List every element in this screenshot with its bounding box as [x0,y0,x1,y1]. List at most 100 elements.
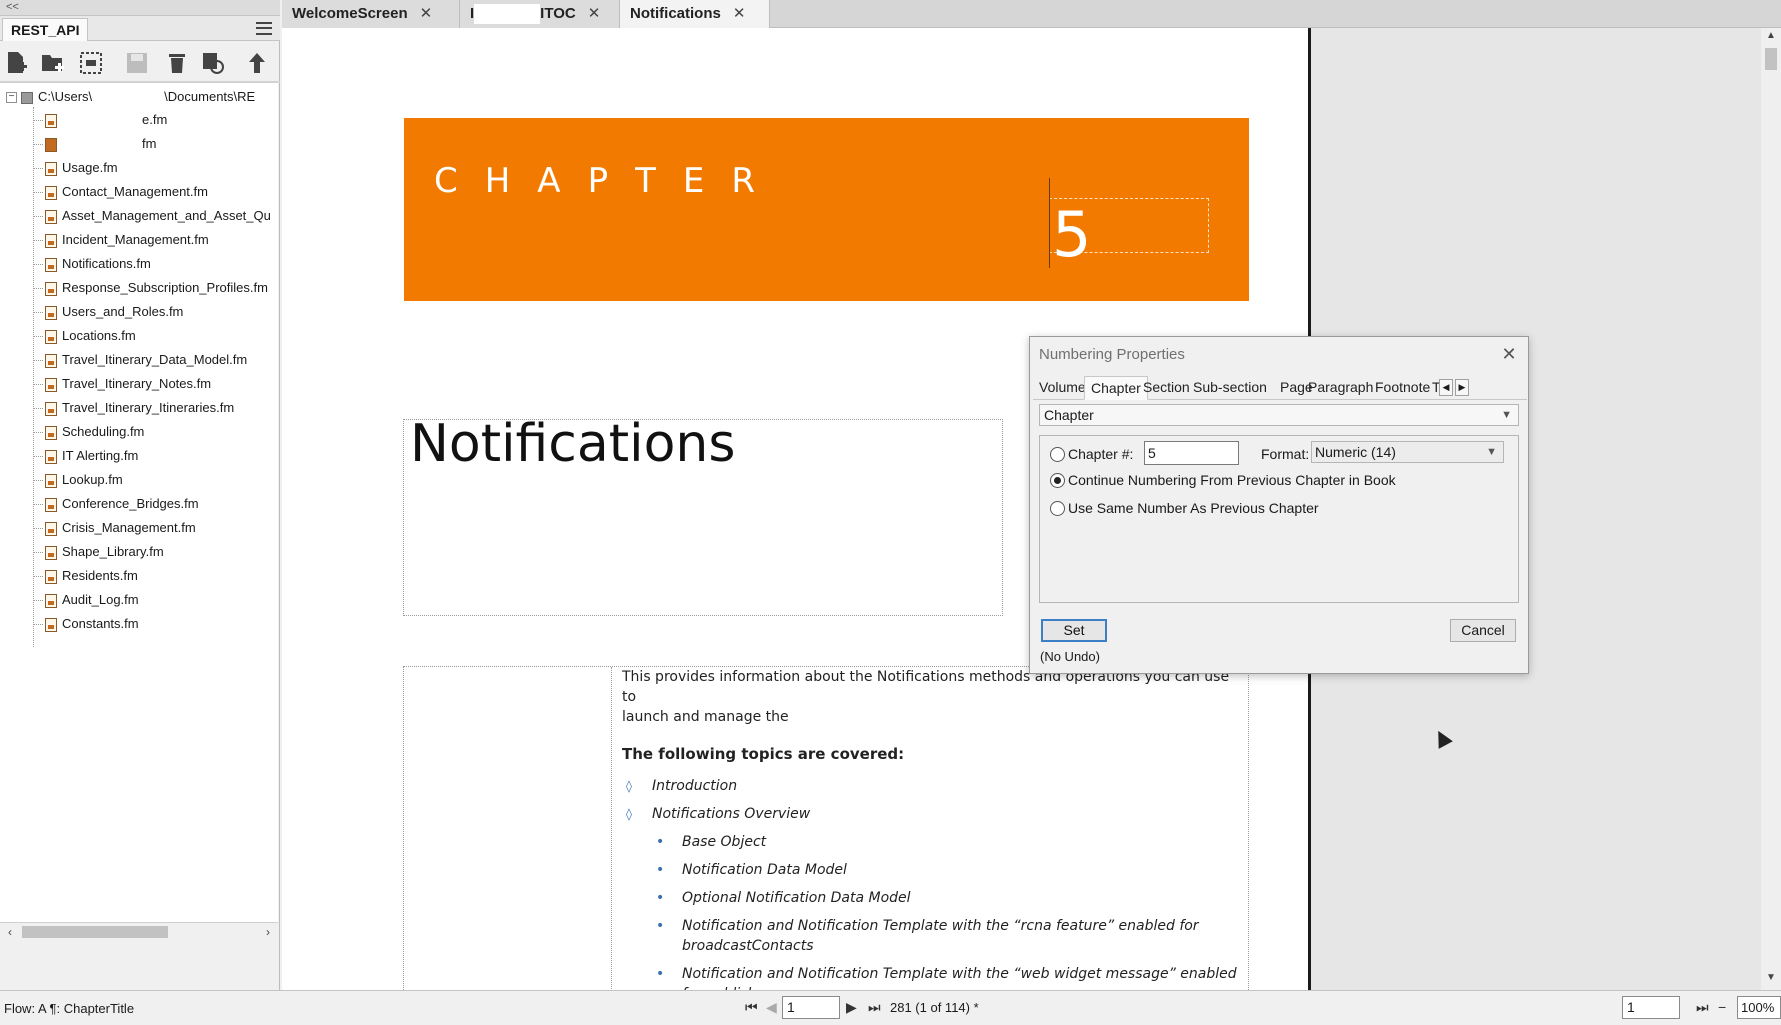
move-up-icon[interactable] [244,50,270,76]
topic-item: ◊ Notifications Overview [622,804,1242,824]
tree-item[interactable]: Notifications.fm [33,254,278,274]
fm-file-icon [45,377,57,392]
fit-page-icon[interactable]: ⏭ [1696,999,1709,1016]
tab-notifications[interactable]: Notifications ✕ [620,0,770,28]
chapter-number-option[interactable]: Chapter #: [1050,444,1133,464]
tree-item[interactable]: Crisis_Management.fm [33,518,278,538]
same-number-radio[interactable] [1050,501,1065,516]
tree-horizontal-scrollbar[interactable]: ‹ › [0,922,278,940]
scroll-up-icon[interactable]: ▲ [1761,30,1781,46]
continue-numbering-option[interactable]: Continue Numbering From Previous Chapter… [1050,470,1396,490]
tree-item[interactable]: Usage.fm [33,158,278,178]
tree-item[interactable]: Scheduling.fm [33,422,278,442]
dialog-title: Numbering Properties [1039,346,1185,363]
tree-item[interactable]: Shape_Library.fm [33,542,278,562]
collapse-icon[interactable]: << [6,1,19,13]
close-icon[interactable]: ✕ [1498,343,1520,365]
tab-sub-section[interactable]: Sub-section [1187,376,1273,400]
scroll-thumb[interactable] [22,926,168,938]
close-icon[interactable]: ✕ [588,5,601,22]
chapter-number[interactable]: 5 [1052,200,1091,270]
tree-item[interactable]: Response_Subscription_Profiles.fm [33,278,278,298]
format-select[interactable]: Numeric (14) ▼ [1311,441,1504,463]
zoom-page-input[interactable]: 1 [1622,996,1680,1019]
first-page-icon[interactable]: ⏮ [745,999,758,1016]
tab-itoc[interactable]: I ITOC ✕ [460,0,620,28]
topic-text: Notification and Notification Template w… [682,966,1237,990]
set-button[interactable]: Set [1041,619,1107,642]
same-number-option[interactable]: Use Same Number As Previous Chapter [1050,498,1319,518]
last-page-icon[interactable]: ⏭ [868,999,881,1016]
next-page-icon[interactable]: ▶ [846,999,857,1016]
zoom-value[interactable]: 100% [1737,996,1781,1019]
cancel-button[interactable]: Cancel [1450,619,1516,642]
panel-menu-icon[interactable] [256,22,272,35]
tree-item[interactable]: Incident_Management.fm [33,230,278,250]
tree-item[interactable]: Residents.fm [33,566,278,586]
chapter-number-radio[interactable] [1050,447,1065,462]
tab-welcomescreen[interactable]: WelcomeScreen ✕ [282,0,460,28]
tree-item[interactable]: Travel_Itinerary_Itineraries.fm [33,398,278,418]
flow-status: Flow: A ¶: ChapterTitle [4,1001,135,1016]
chapter-number-input[interactable]: 5 [1144,441,1239,465]
add-file-icon[interactable] [4,50,30,76]
zoom-out-icon[interactable]: − [1718,999,1726,1015]
scroll-left-icon[interactable]: ‹ [2,924,18,940]
root-path-left: C:\Users\ [38,89,93,104]
tree-item[interactable]: Conference_Bridges.fm [33,494,278,514]
save-icon[interactable] [124,50,150,76]
book-root-node[interactable]: − C:\Users\ \Documents\RE [6,87,278,107]
tree-item[interactable]: Constants.fm [33,614,278,634]
scroll-thumb[interactable] [1765,48,1777,70]
tab-volume[interactable]: Volume [1033,376,1092,400]
dialog-tabs: Volume Chapter Section Sub-section Page … [1033,376,1527,400]
tree-item[interactable]: IT Alerting.fm [33,446,278,466]
tab-scroll-left-icon[interactable]: ◀ [1439,379,1453,396]
fm-file-icon [45,593,57,608]
tree-item[interactable]: Locations.fm [33,326,278,346]
add-folder-icon[interactable] [40,50,66,76]
panel-collapse-strip[interactable]: << [0,0,280,16]
chapter-options-group: Chapter #: 5 Format: Numeric (14) ▼ Cont… [1039,435,1519,603]
previous-page-icon[interactable]: ◀ [766,999,777,1016]
tree-item[interactable]: Travel_Itinerary_Notes.fm [33,374,278,394]
continue-numbering-radio[interactable] [1050,473,1065,488]
tree-item[interactable]: Travel_Itinerary_Data_Model.fm [33,350,278,370]
fm-file-icon [45,257,57,272]
body-text-frame[interactable]: This provides information about the Noti… [403,666,1249,990]
intro-paragraph: This provides information about the Noti… [622,669,1230,725]
tree-item-label: Scheduling.fm [62,424,145,439]
tree-item-label: Conference_Bridges.fm [62,496,199,511]
book-icon [21,91,33,104]
collapse-node-icon[interactable]: − [6,92,17,104]
tab-paragraph[interactable]: Paragraph [1302,376,1379,400]
add-group-icon[interactable] [78,50,104,76]
delete-icon[interactable] [164,50,190,76]
book-tab-rest-api[interactable]: REST_API [2,18,89,41]
tree-item-label: Incident_Management.fm [62,232,209,247]
tree-item-label: Usage.fm [62,160,118,175]
tree-item[interactable]: fm [33,134,278,154]
scroll-right-icon[interactable]: › [260,924,276,940]
tree-item[interactable]: Users_and_Roles.fm [33,302,278,322]
document-vertical-scrollbar[interactable]: ▲ ▼ [1761,28,1781,990]
tree-item[interactable]: Asset_Management_and_Asset_Qu [33,206,278,226]
bullet-marker: ◊ [626,807,632,821]
tree-item[interactable]: e.fm [33,110,278,130]
tree-item-label: Asset_Management_and_Asset_Qu [62,208,271,223]
title-frame[interactable]: Notifications [403,414,1003,616]
numbering-type-select[interactable]: Chapter ▼ [1039,404,1519,426]
tree-item-label: Contact_Management.fm [62,184,208,199]
close-icon[interactable]: ✕ [733,5,746,22]
scroll-down-icon[interactable]: ▼ [1761,972,1781,988]
close-icon[interactable]: ✕ [420,5,433,22]
fm-file-icon [45,209,57,224]
tab-scroll-right-icon[interactable]: ▶ [1455,379,1469,396]
page-number-input[interactable]: 1 [782,996,840,1019]
tab-footnote[interactable]: Footnote [1369,376,1436,400]
tree-item[interactable]: Contact_Management.fm [33,182,278,202]
tree-item[interactable]: Lookup.fm [33,470,278,490]
update-icon[interactable] [200,50,226,76]
fm-file-icon [45,113,57,128]
tree-item[interactable]: Audit_Log.fm [33,590,278,610]
